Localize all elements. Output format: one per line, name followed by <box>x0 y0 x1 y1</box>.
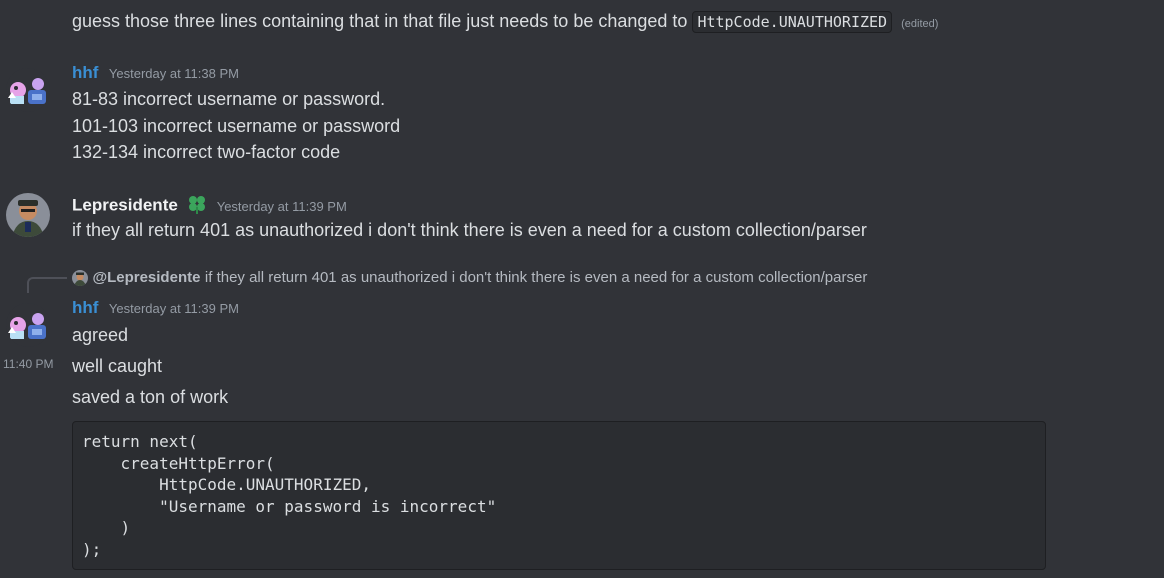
avatar-hhf-image <box>6 303 50 347</box>
code-block: return next( createHttpError( HttpCode.U… <box>72 421 1046 570</box>
message-header-lepresidente: Lepresidente Yesterday at 11:39 PM <box>72 193 347 220</box>
avatar-lepresidente[interactable] <box>6 193 50 237</box>
reply-reference[interactable]: @Lepresidente if they all return 401 as … <box>72 269 867 287</box>
edited-label: (edited) <box>901 18 939 30</box>
reply-avatar <box>72 269 88 286</box>
message-line: 101-103 incorrect username or password <box>72 116 401 136</box>
username[interactable]: Lepresidente <box>72 196 178 215</box>
message-line: 132-134 incorrect two-factor code <box>72 142 341 162</box>
reply-spine <box>27 277 67 293</box>
message-line: agreed <box>72 325 129 345</box>
timestamp[interactable]: Yesterday at 11:39 PM <box>217 199 347 214</box>
avatar-lepresidente-image <box>6 193 50 237</box>
message-text: if they all return 401 as unauthorized i… <box>72 220 867 240</box>
username[interactable]: hhf <box>72 63 98 82</box>
reply-mention[interactable]: @Lepresidente <box>92 269 200 286</box>
message-followup: well caught <box>72 356 163 376</box>
avatar-hhf-image <box>6 68 50 112</box>
timestamp[interactable]: Yesterday at 11:39 PM <box>109 301 239 316</box>
avatar-hhf[interactable] <box>6 68 50 112</box>
clover-icon[interactable] <box>186 193 208 220</box>
inline-code: HttpCode.UNAUTHORIZED <box>692 11 893 33</box>
message-header-hhf-1: hhf Yesterday at 11:38 PM <box>72 62 239 84</box>
reply-text: if they all return 401 as unauthorized i… <box>204 269 868 286</box>
hover-timestamp[interactable]: 11:40 PM <box>3 357 53 371</box>
message-line: 81-83 incorrect username or password. <box>72 89 386 109</box>
avatar-hhf[interactable] <box>6 303 50 347</box>
message-text: guess those three lines containing that … <box>72 11 688 31</box>
timestamp[interactable]: Yesterday at 11:38 PM <box>109 66 239 81</box>
username[interactable]: hhf <box>72 298 98 317</box>
message-top-fragment: guess those three lines containing that … <box>72 10 938 35</box>
message-followup: saved a ton of work <box>72 387 229 407</box>
message-header-hhf-2: hhf Yesterday at 11:39 PM <box>72 297 239 319</box>
